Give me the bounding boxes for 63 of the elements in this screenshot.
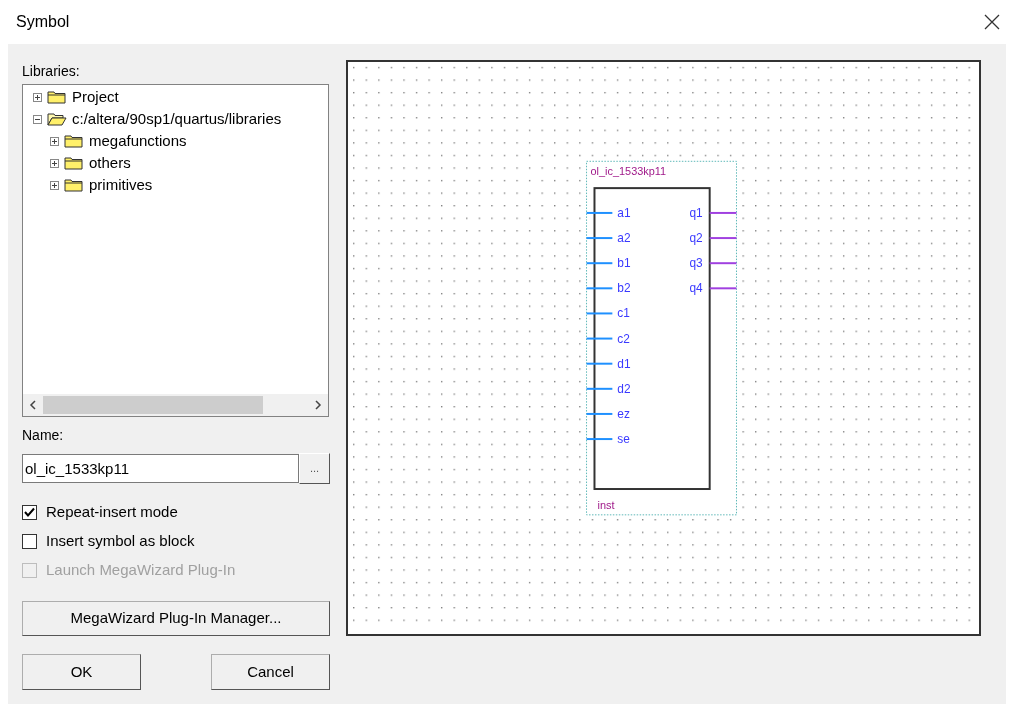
input-pin (585, 262, 614, 265)
name-field[interactable]: ol_ic_1533kp11 (22, 454, 299, 483)
cancel-button[interactable]: Cancel (211, 654, 330, 690)
symbol-name: ol_ic_1533kp11 (590, 165, 667, 178)
pin-label: b1 (617, 256, 631, 271)
option-label: Repeat-insert mode (46, 501, 178, 522)
libraries-label: Libraries: (22, 62, 81, 80)
folder-icon (47, 90, 67, 104)
pin-label: q3 (689, 256, 703, 271)
tree-item-label[interactable]: primitives (89, 173, 153, 197)
pin-label: b2 (617, 281, 631, 296)
pin-label: q4 (689, 281, 703, 296)
expand-icon[interactable] (50, 158, 59, 168)
input-pin (585, 312, 614, 315)
pin-label: ez (617, 406, 630, 421)
output-pin (708, 211, 738, 214)
option-label: Launch MegaWizard Plug-In (46, 559, 236, 580)
checkbox[interactable] (22, 533, 37, 549)
expand-icon[interactable] (33, 92, 42, 102)
input-pin (585, 362, 614, 365)
window-title: Symbol (16, 12, 70, 32)
megawizard-manager-button[interactable]: MegaWizard Plug-In Manager... (22, 601, 330, 636)
output-pin (708, 262, 738, 265)
horizontal-scrollbar[interactable] (23, 394, 328, 416)
browse-button[interactable]: ... (299, 453, 330, 484)
input-pin (585, 287, 614, 290)
input-pin (585, 337, 614, 340)
pin-label: d2 (617, 381, 631, 396)
checkbox[interactable] (22, 504, 37, 520)
expand-icon[interactable] (50, 180, 59, 190)
symbol-drawing[interactable]: ol_ic_1533kp11 a1 a2 b1 b2 c1 c2 d1 d2 ez se q1 q2 q3 q4 inst (585, 160, 738, 516)
input-pin (585, 211, 614, 214)
input-pin (585, 237, 614, 240)
option-label: Insert symbol as block (46, 530, 195, 551)
input-pin (585, 438, 614, 441)
expand-icon[interactable] (50, 136, 59, 146)
instance-name: inst (597, 498, 615, 511)
pin-label: c1 (617, 306, 630, 321)
schematic-canvas[interactable]: ol_ic_1533kp11 a1 a2 b1 b2 c1 c2 d1 d2 ez se q1 q2 q3 q4 inst (346, 60, 981, 636)
input-pin (585, 387, 614, 390)
folder-icon (64, 156, 84, 170)
library-tree[interactable]: Project c:/altera/90sp1/quartus/libraries megafunctions others primitives (22, 84, 329, 417)
pin-label: a2 (617, 231, 631, 246)
pin-label: c2 (617, 331, 630, 346)
output-pin (708, 287, 738, 290)
scrollbar-thumb[interactable] (43, 396, 263, 414)
tree-item-label[interactable]: others (89, 151, 131, 175)
pin-label: a1 (617, 205, 631, 220)
pin-label: q2 (689, 231, 703, 246)
tree-item-label[interactable]: megafunctions (89, 129, 187, 153)
tree-item-label[interactable]: c:/altera/90sp1/quartus/libraries (72, 107, 282, 131)
folder-icon (64, 134, 84, 148)
collapse-icon[interactable] (33, 114, 42, 124)
name-label: Name: (22, 426, 65, 444)
pin-label: se (617, 432, 630, 447)
input-pin (585, 412, 614, 415)
folder-icon (64, 178, 84, 192)
pin-label: d1 (617, 356, 631, 371)
pin-label: q1 (689, 205, 703, 220)
tree-item-label[interactable]: Project (72, 85, 119, 109)
output-pin (708, 237, 738, 240)
ok-button[interactable]: OK (22, 654, 141, 690)
open-folder-icon (47, 112, 67, 126)
